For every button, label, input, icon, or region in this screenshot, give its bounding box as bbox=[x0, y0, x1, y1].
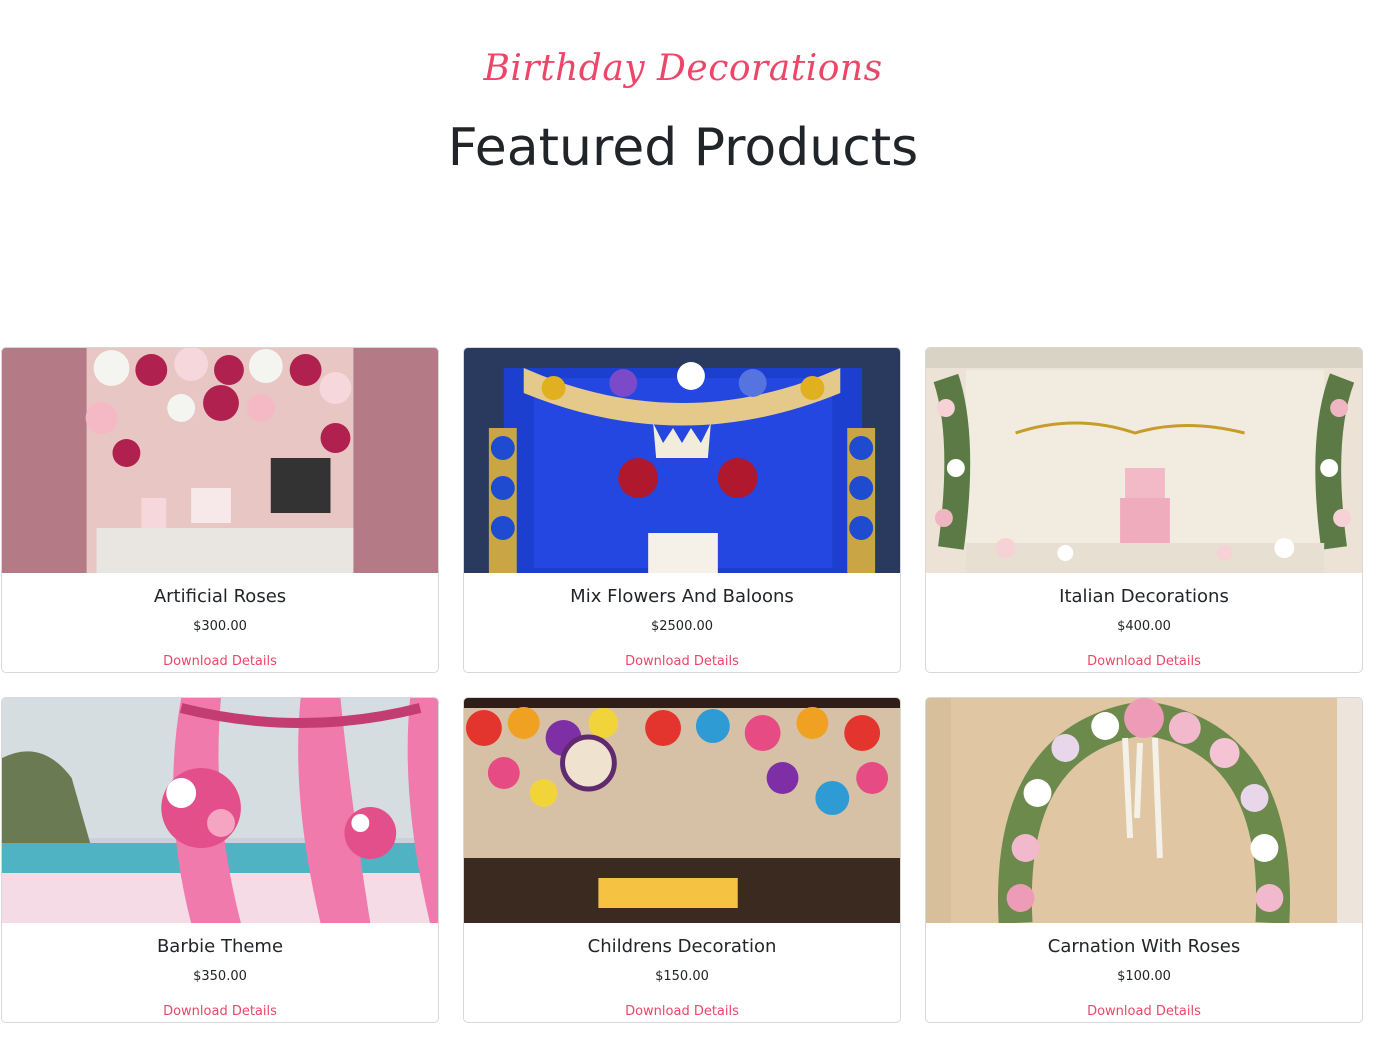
product-image[interactable] bbox=[926, 698, 1362, 923]
download-details-link[interactable]: Download Details bbox=[2, 654, 438, 669]
download-details-link[interactable]: Download Details bbox=[926, 654, 1362, 669]
download-details-link[interactable]: Download Details bbox=[2, 1004, 438, 1019]
product-price: $100.00 bbox=[1117, 969, 1171, 984]
download-details-link[interactable]: Download Details bbox=[926, 1004, 1362, 1019]
product-card: Barbie Theme $350.00 Download Details bbox=[1, 697, 439, 1023]
product-name: Carnation With Roses bbox=[1047, 936, 1241, 957]
product-image[interactable] bbox=[464, 698, 900, 923]
product-price: $350.00 bbox=[193, 969, 247, 984]
product-card: Artificial Roses $300.00 Download Detail… bbox=[1, 347, 439, 673]
product-price: $150.00 bbox=[655, 969, 709, 984]
section-subtitle: Birthday Decorations bbox=[483, 48, 883, 89]
product-image[interactable] bbox=[2, 698, 438, 923]
product-card: Mix Flowers And Baloons $2500.00 Downloa… bbox=[463, 347, 901, 673]
product-card: Childrens Decoration $150.00 Download De… bbox=[463, 697, 901, 1023]
product-card: Carnation With Roses $100.00 Download De… bbox=[925, 697, 1363, 1023]
product-image[interactable] bbox=[926, 348, 1362, 573]
product-card: Italian Decorations $400.00 Download Det… bbox=[925, 347, 1363, 673]
product-image[interactable] bbox=[2, 348, 438, 573]
download-details-link[interactable]: Download Details bbox=[464, 654, 900, 669]
product-price: $300.00 bbox=[193, 619, 247, 634]
product-name: Artificial Roses bbox=[153, 586, 287, 607]
product-name: Italian Decorations bbox=[1059, 586, 1229, 607]
product-name: Mix Flowers And Baloons bbox=[570, 586, 794, 607]
product-name: Childrens Decoration bbox=[587, 936, 777, 957]
product-name: Barbie Theme bbox=[156, 936, 284, 957]
download-details-link[interactable]: Download Details bbox=[464, 1004, 900, 1019]
page-title: Featured Products bbox=[447, 118, 919, 178]
product-price: $400.00 bbox=[1117, 619, 1171, 634]
product-image[interactable] bbox=[464, 348, 900, 573]
product-price: $2500.00 bbox=[650, 619, 714, 634]
